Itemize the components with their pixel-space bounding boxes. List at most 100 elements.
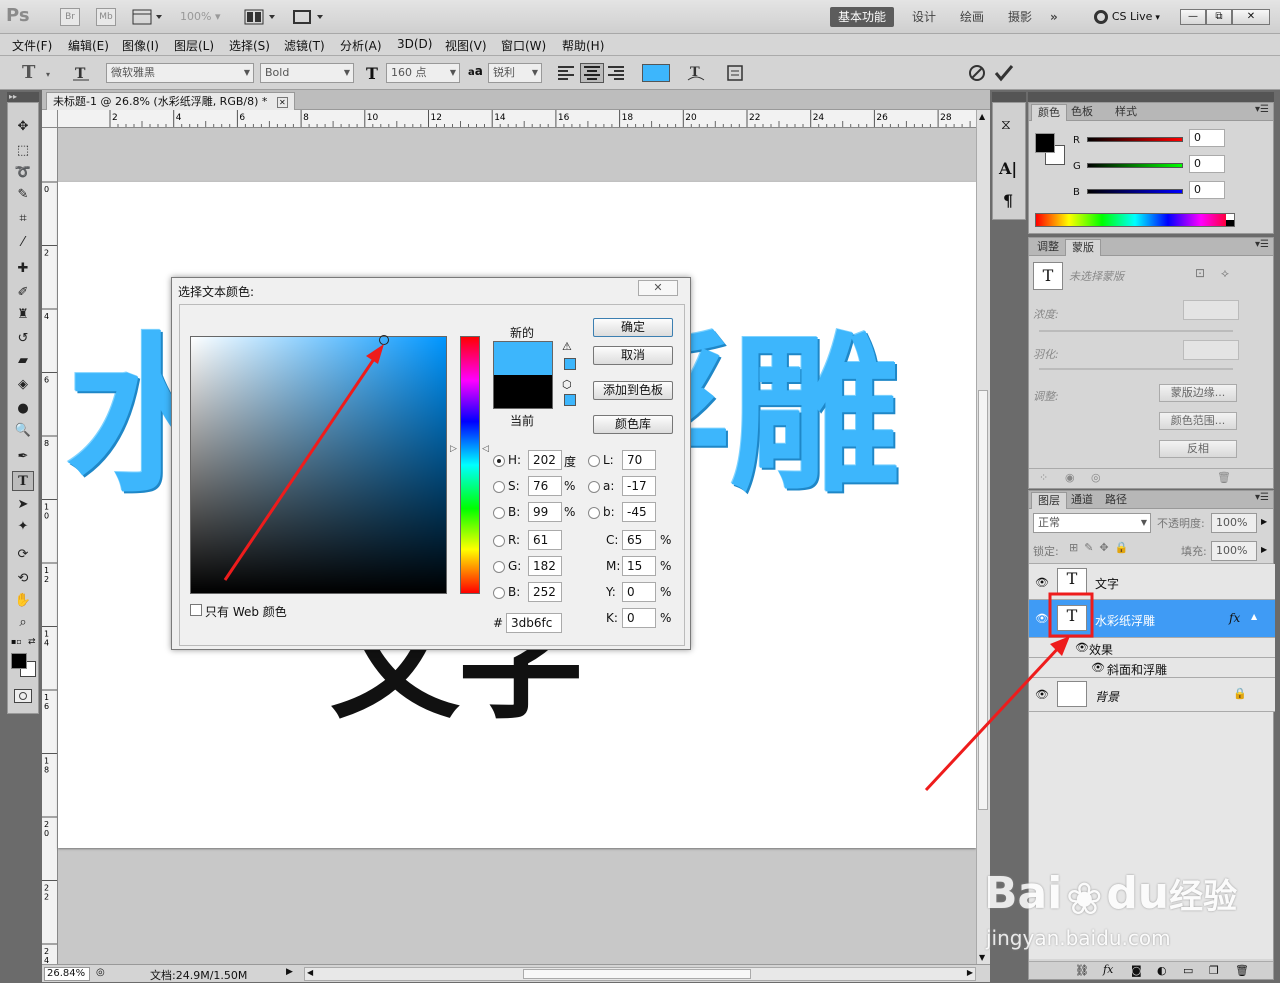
marquee-tool-icon[interactable]: ⬚ — [12, 141, 34, 161]
ruler-origin[interactable] — [42, 110, 58, 128]
hue-slider-right-handle-icon[interactable]: ◁ — [482, 444, 489, 454]
font-style-select[interactable]: Bold ▼ — [260, 63, 354, 83]
eyedropper-tool-icon[interactable]: ⁄ — [12, 233, 34, 253]
green-slider[interactable] — [1087, 163, 1183, 168]
menu-select[interactable]: 选择(S) — [229, 37, 270, 54]
radio-hue[interactable] — [493, 455, 505, 467]
feather-input[interactable] — [1183, 340, 1239, 360]
cancel-edits-button[interactable] — [968, 64, 986, 82]
menu-file[interactable]: 文件(F) — [12, 37, 52, 54]
blend-mode-select[interactable]: 正常 ▼ — [1033, 513, 1151, 533]
dodge-tool-icon[interactable]: 🔍 — [12, 421, 34, 441]
paint-bucket-tool-icon[interactable]: ◈ — [12, 375, 34, 395]
radio-saturation[interactable] — [493, 481, 505, 493]
layer-fx-badge[interactable]: fx — [1229, 611, 1240, 625]
text-color-swatch[interactable] — [642, 64, 670, 82]
menu-3d[interactable]: 3D(D) — [397, 37, 432, 51]
vector-mask-icon[interactable]: ⟡ — [1221, 266, 1229, 281]
blue-input[interactable]: 252 — [528, 582, 562, 602]
density-input[interactable] — [1183, 300, 1239, 320]
layer-row-background[interactable]: 👁 背景 🔒 — [1029, 678, 1275, 712]
view-extras-button[interactable] — [132, 9, 166, 25]
zoom-level-dropdown[interactable]: 100% ▾ — [180, 10, 220, 23]
gamut-warning-icon[interactable]: ⚠ — [562, 340, 572, 353]
scroll-up-icon[interactable]: ▲ — [979, 112, 985, 121]
crop-tool-icon[interactable]: ⌗ — [12, 209, 34, 229]
add-style-icon[interactable]: fx — [1103, 963, 1113, 976]
close-document-icon[interactable]: ✕ — [276, 97, 288, 108]
workspace-photography[interactable]: 摄影 — [1000, 7, 1040, 27]
radio-lab-b[interactable] — [588, 507, 600, 519]
radio-blue[interactable] — [493, 587, 505, 599]
paragraph-panel-icon[interactable]: ¶ — [1003, 191, 1013, 210]
hue-slider[interactable] — [460, 336, 480, 594]
color-range-button[interactable]: 颜色范围... — [1159, 412, 1237, 430]
screen-mode-button[interactable] — [292, 9, 328, 25]
default-colors-icon[interactable]: ▪▫ — [11, 637, 22, 646]
shape-tool-icon[interactable]: ✦ — [12, 517, 34, 537]
workspace-painting[interactable]: 绘画 — [952, 7, 992, 27]
zoom-tool-icon[interactable]: ⌕ — [12, 613, 34, 633]
history-panel-icon[interactable]: ⧖ — [1001, 117, 1011, 133]
menu-window[interactable]: 窗口(W) — [501, 37, 546, 54]
close-window-button[interactable]: ✕ — [1232, 9, 1270, 25]
vertical-scroll-thumb[interactable] — [978, 390, 988, 810]
ok-button[interactable]: 确定 — [593, 318, 673, 337]
collapse-effects-icon[interactable]: ▲ — [1251, 612, 1257, 621]
black-input[interactable]: 0 — [622, 608, 656, 628]
radio-lab-a[interactable] — [588, 481, 600, 493]
font-size-input[interactable]: 160 点 ▼ — [386, 63, 460, 83]
web-safe-swatch[interactable] — [564, 394, 576, 406]
tab-channels[interactable]: 通道 — [1065, 492, 1099, 509]
delete-layer-icon[interactable]: 🗑 — [1235, 964, 1249, 977]
status-menu-arrow-icon[interactable]: ▶ — [286, 967, 293, 977]
panel-menu-icon[interactable]: ▾☰ — [1255, 104, 1269, 115]
black-white-ramp[interactable] — [1226, 214, 1234, 226]
align-right-button[interactable] — [606, 64, 626, 82]
disable-mask-icon[interactable]: ◎ — [1091, 471, 1101, 484]
pen-tool-icon[interactable]: ✒ — [12, 447, 34, 467]
path-select-tool-icon[interactable]: ➤ — [12, 495, 34, 515]
quick-mask-button[interactable] — [14, 689, 32, 703]
toggle-orientation-button[interactable]: T — [72, 64, 90, 82]
commit-edits-button[interactable] — [994, 64, 1014, 82]
restore-button[interactable]: ⧉ — [1206, 9, 1232, 25]
dialog-close-button[interactable]: ✕ — [638, 280, 678, 296]
3d-orbit-tool-icon[interactable]: ⟲ — [12, 569, 34, 589]
layer-effects-row[interactable]: 👁 效果 — [1029, 638, 1275, 658]
character-panel-icon[interactable]: A| — [999, 159, 1017, 178]
character-panel-button[interactable] — [726, 64, 746, 82]
load-selection-icon[interactable]: ⁘ — [1039, 471, 1048, 484]
radio-red[interactable] — [493, 535, 505, 547]
red-value-input[interactable]: 0 — [1189, 129, 1225, 147]
panel-dock-header[interactable] — [992, 92, 1026, 102]
layer-effect-bevel-row[interactable]: 👁 斜面和浮雕 — [1029, 658, 1275, 678]
yellow-input[interactable]: 0 — [622, 582, 656, 602]
red-input[interactable]: 61 — [528, 530, 562, 550]
delete-mask-icon[interactable]: 🗑 — [1217, 471, 1231, 484]
menu-filter[interactable]: 滤镜(T) — [284, 37, 325, 54]
brush-tool-icon[interactable]: ✐ — [12, 283, 34, 303]
web-only-checkbox[interactable] — [190, 604, 202, 616]
layer-row-text[interactable]: 👁 T 文字 — [1029, 564, 1275, 600]
mask-edge-button[interactable]: 蒙版边缘... — [1159, 384, 1237, 402]
scroll-right-icon[interactable]: ▶ — [967, 968, 973, 977]
visibility-eye-icon[interactable]: 👁 — [1075, 641, 1089, 654]
bridge-button[interactable]: Br — [60, 8, 80, 26]
tab-swatches[interactable]: 色板 — [1065, 104, 1099, 121]
cancel-button[interactable]: 取消 — [593, 346, 673, 365]
healing-brush-tool-icon[interactable]: ✚ — [12, 259, 34, 279]
workspace-essentials[interactable]: 基本功能 — [830, 7, 895, 27]
saturation-input[interactable]: 76 — [528, 476, 562, 496]
green-value-input[interactable]: 0 — [1189, 155, 1225, 173]
menu-help[interactable]: 帮助(H) — [562, 37, 604, 54]
radio-green[interactable] — [493, 561, 505, 573]
tab-layers[interactable]: 图层 — [1031, 492, 1067, 509]
menu-layer[interactable]: 图层(L) — [174, 37, 214, 54]
scroll-left-icon[interactable]: ◀ — [307, 968, 313, 977]
toolbox-header[interactable]: ▸▸ — [7, 92, 39, 102]
fill-arrow-icon[interactable]: ▶ — [1261, 545, 1267, 554]
warp-text-button[interactable]: T — [686, 63, 706, 83]
lab-l-input[interactable]: 70 — [622, 450, 656, 470]
visibility-eye-icon[interactable]: 👁 — [1035, 612, 1049, 625]
